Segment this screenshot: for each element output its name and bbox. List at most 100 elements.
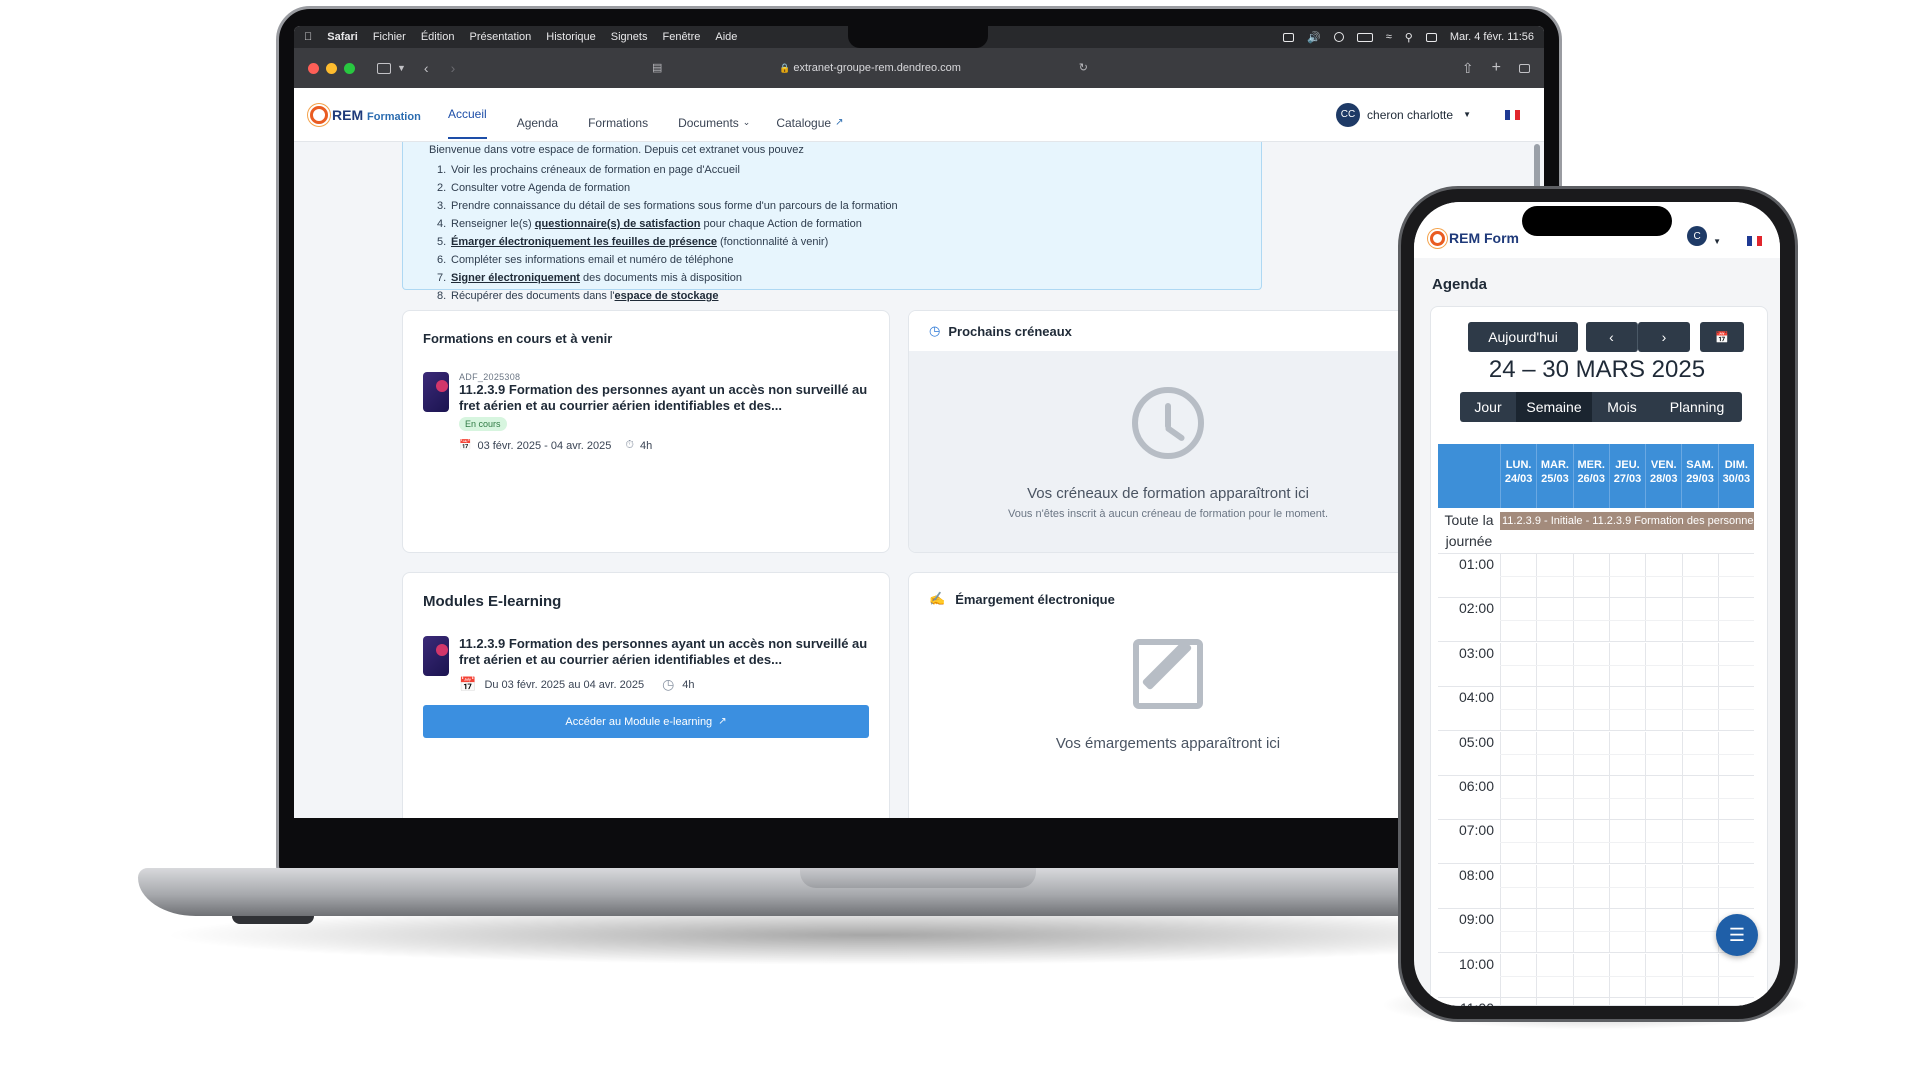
calendar-picker-button[interactable]: 📅 (1700, 322, 1744, 352)
nav-documents[interactable]: Documents (678, 116, 739, 130)
site-header: REM Formation Accueil Agenda Formations … (294, 88, 1544, 142)
welcome-item-link[interactable]: questionnaire(s) de satisfaction (535, 218, 701, 230)
battery-icon[interactable] (1356, 32, 1373, 42)
elearning-name[interactable]: 11.2.3.9 Formation des personnes ayant u… (459, 636, 869, 668)
menu-fenetre[interactable]: Fenêtre (662, 31, 700, 43)
address-bar[interactable]: ▤ 🔒 extranet-groupe-rem.dendreo.com ↻ (650, 56, 1090, 80)
hour-cell[interactable] (1536, 998, 1572, 1006)
play-icon[interactable] (1333, 32, 1344, 42)
tab-overview-icon[interactable] (1519, 63, 1530, 73)
formations-card: Formations en cours et à venir ADF_20253… (402, 310, 890, 553)
elearning-access-button[interactable]: Accéder au Module e-learning ↗ (423, 705, 869, 738)
apple-icon[interactable]:  (304, 31, 312, 43)
menu-edition[interactable]: Édition (421, 31, 455, 43)
zoom-window-icon[interactable] (344, 62, 355, 74)
hour-cell[interactable] (1608, 998, 1645, 1006)
allday-event[interactable]: 11.2.3.9 - Initiale - 11.2.3.9 Formation… (1500, 512, 1754, 530)
minimize-window-icon[interactable] (326, 62, 337, 74)
chevron-down-icon[interactable]: ▼ (397, 63, 406, 73)
welcome-item-number: 8. (437, 290, 447, 302)
creneaux-empty-sub: Vous n'êtes inscrit à aucun créneau de f… (1007, 508, 1329, 520)
day-header[interactable]: MAR. 25/03 (1536, 444, 1572, 508)
hour-cell[interactable] (1645, 998, 1681, 1006)
reload-icon[interactable]: ↻ (1079, 56, 1088, 80)
screen-mirroring-icon[interactable] (1283, 32, 1294, 42)
laptop-foot (232, 916, 314, 924)
allday-label-line2: journée (1445, 533, 1493, 549)
emargement-empty: Vos émargements apparaîtront ici (909, 619, 1427, 752)
search-icon[interactable]: ⚲ (1405, 31, 1413, 44)
avatar[interactable]: C (1687, 226, 1708, 246)
welcome-item-link[interactable]: Émarger électroniquement les feuilles de… (451, 236, 717, 248)
documents-chevron-icon[interactable]: ⌄ (743, 117, 751, 128)
hour-cell[interactable] (1681, 998, 1718, 1006)
caret-down-icon[interactable]: ▼ (1713, 237, 1721, 246)
view-jour[interactable]: Jour (1460, 392, 1516, 422)
menu-fichier[interactable]: Fichier (373, 31, 406, 43)
french-flag-icon[interactable] (1747, 236, 1762, 246)
back-icon[interactable]: ‹ (424, 60, 429, 76)
view-mois[interactable]: Mois (1592, 392, 1652, 422)
forward-icon[interactable]: › (451, 60, 456, 76)
day-header[interactable]: VEN. 28/03 (1645, 444, 1681, 508)
day-header[interactable]: MER. 26/03 (1572, 444, 1609, 508)
menu-fab-button[interactable]: ☰ (1716, 914, 1758, 956)
formations-title: Formations en cours et à venir (423, 331, 613, 346)
nav-formations[interactable]: Formations (588, 116, 648, 130)
prev-week-button[interactable]: ‹ (1586, 322, 1638, 352)
formation-name[interactable]: 11.2.3.9 Formation des personnes ayant u… (459, 382, 869, 414)
hour-cell[interactable] (1572, 998, 1609, 1006)
emargement-empty-title: Vos émargements apparaîtront ici (1055, 735, 1281, 752)
today-button[interactable]: Aujourd'hui (1468, 322, 1578, 352)
user-menu[interactable]: CC cheron charlotte ▼ (1336, 102, 1520, 127)
external-link-icon: ↗ (835, 117, 844, 128)
nav-agenda[interactable]: Agenda (517, 116, 558, 130)
caret-down-icon[interactable]: ▼ (1463, 110, 1471, 119)
nav-catalogue[interactable]: Catalogue (776, 116, 831, 130)
emargement-title: Émargement électronique (955, 591, 1115, 607)
close-window-icon[interactable] (308, 62, 319, 74)
rem-logo[interactable]: REM Formation (310, 105, 448, 124)
day-header-date: 27/03 (1613, 473, 1642, 485)
wifi-icon[interactable]: ≈ (1386, 31, 1392, 43)
elearning-item[interactable]: 11.2.3.9 Formation des personnes ayant u… (423, 636, 869, 693)
volume-icon[interactable]: 🔊 (1307, 31, 1321, 44)
hour-cell[interactable] (1717, 998, 1754, 1006)
day-header[interactable]: JEU. 27/03 (1608, 444, 1645, 508)
french-flag-icon[interactable] (1505, 109, 1520, 120)
menu-presentation[interactable]: Présentation (469, 31, 531, 43)
menu-app-name[interactable]: Safari (327, 31, 358, 43)
url-text[interactable]: extranet-groupe-rem.dendreo.com (793, 62, 961, 74)
elearning-duration: 4h (682, 678, 695, 691)
welcome-item-link[interactable]: espace de stockage (615, 290, 719, 302)
welcome-item-link[interactable]: Signer électroniquement (451, 272, 580, 284)
welcome-item-text: Renseigner le(s) (451, 218, 535, 230)
new-tab-icon[interactable]: + (1492, 59, 1501, 77)
avatar[interactable]: CC (1336, 102, 1361, 127)
day-header[interactable]: SAM. 29/03 (1681, 444, 1717, 508)
day-header-date: 28/03 (1650, 473, 1678, 485)
sidebar-toggle-icon[interactable] (377, 62, 391, 74)
page-settings-icon[interactable]: ▤ (652, 56, 662, 80)
view-semaine[interactable]: Semaine (1516, 392, 1592, 422)
formation-item[interactable]: ADF_2025308 11.2.3.9 Formation des perso… (423, 372, 869, 452)
share-icon[interactable]: ⇧ (1462, 60, 1474, 77)
edit-icon (1133, 639, 1203, 709)
user-name[interactable]: cheron charlotte (1367, 108, 1453, 122)
menu-signets[interactable]: Signets (611, 31, 648, 43)
menu-historique[interactable]: Historique (546, 31, 596, 43)
view-planning[interactable]: Planning (1652, 392, 1742, 422)
hour-cell[interactable] (1500, 998, 1536, 1006)
clock-text[interactable]: Mar. 4 févr. 11:56 (1450, 31, 1534, 43)
phone-logo[interactable]: REM Form (1449, 230, 1519, 246)
nav-accueil[interactable]: Accueil (448, 107, 487, 139)
big-clock-icon (1132, 387, 1204, 459)
welcome-item-text: Prendre connaissance du détail de ses fo… (451, 200, 898, 212)
day-header[interactable]: LUN. 24/03 (1500, 444, 1536, 508)
day-header[interactable]: DIM. 30/03 (1717, 444, 1754, 508)
next-week-button[interactable]: › (1638, 322, 1690, 352)
creneaux-card: ◷ Prochains créneaux Vos créneaux de for… (908, 310, 1428, 553)
control-center-icon[interactable] (1425, 32, 1437, 42)
laptop-opening-notch (800, 868, 1036, 888)
menu-aide[interactable]: Aide (715, 31, 737, 43)
